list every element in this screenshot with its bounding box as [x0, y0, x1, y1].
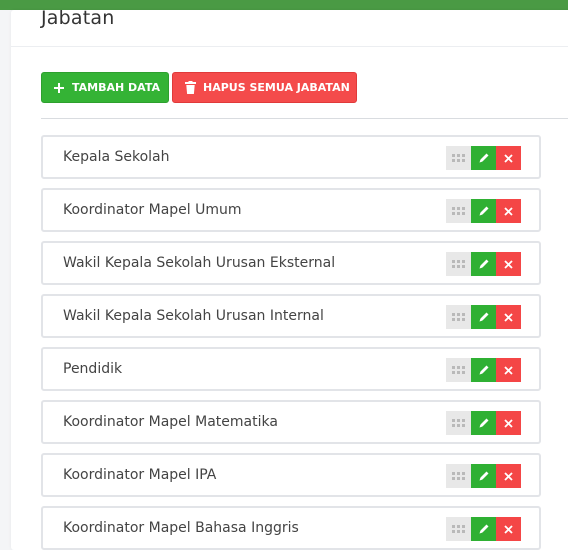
drag-handle-icon[interactable] — [446, 411, 471, 435]
delete-all-button[interactable]: HAPUS SEMUA JABATAN — [172, 72, 357, 103]
list-item-label: Koordinator Mapel Matematika — [63, 414, 278, 430]
close-icon — [504, 418, 513, 428]
page-title: Jabatan — [41, 7, 115, 29]
delete-all-label: HAPUS SEMUA JABATAN — [203, 81, 350, 94]
edit-button[interactable] — [471, 199, 496, 223]
row-actions — [446, 146, 521, 170]
list-item-label: Kepala Sekolah — [63, 149, 170, 165]
delete-button[interactable] — [496, 252, 521, 276]
drag-handle-icon[interactable] — [446, 464, 471, 488]
drag-handle-icon[interactable] — [446, 252, 471, 276]
add-data-label: TAMBAH DATA — [72, 81, 160, 94]
pencil-icon — [479, 471, 488, 481]
pencil-icon — [479, 153, 488, 163]
list-item[interactable]: Koordinator Mapel Matematika — [41, 400, 541, 444]
delete-button[interactable] — [496, 305, 521, 329]
toolbar-divider — [41, 118, 568, 119]
pencil-icon — [479, 259, 488, 269]
pencil-icon — [479, 524, 488, 534]
close-icon — [504, 365, 513, 375]
close-icon — [504, 206, 513, 216]
pencil-icon — [479, 365, 488, 375]
edit-button[interactable] — [471, 305, 496, 329]
row-actions — [446, 517, 521, 541]
row-actions — [446, 252, 521, 276]
close-icon — [504, 524, 513, 534]
drag-handle-icon[interactable] — [446, 517, 471, 541]
list-item[interactable]: Pendidik — [41, 347, 541, 391]
close-icon — [504, 471, 513, 481]
list-item-label: Koordinator Mapel Bahasa Inggris — [63, 520, 299, 536]
list-item-label: Wakil Kepala Sekolah Urusan Eksternal — [63, 255, 336, 271]
row-actions — [446, 305, 521, 329]
close-icon — [504, 153, 513, 163]
delete-button[interactable] — [496, 517, 521, 541]
edit-button[interactable] — [471, 464, 496, 488]
row-actions — [446, 411, 521, 435]
edit-button[interactable] — [471, 252, 496, 276]
list-item-label: Wakil Kepala Sekolah Urusan Internal — [63, 308, 324, 324]
row-actions — [446, 358, 521, 382]
list-item[interactable]: Kepala Sekolah — [41, 135, 541, 179]
list-item-label: Koordinator Mapel Umum — [63, 202, 242, 218]
delete-button[interactable] — [496, 411, 521, 435]
title-divider — [11, 46, 568, 47]
delete-button[interactable] — [496, 464, 521, 488]
plus-icon — [52, 81, 66, 95]
drag-handle-icon[interactable] — [446, 358, 471, 382]
close-icon — [504, 259, 513, 269]
drag-handle-icon[interactable] — [446, 146, 471, 170]
row-actions — [446, 199, 521, 223]
list-item[interactable]: Koordinator Mapel IPA — [41, 453, 541, 497]
list-item-label: Pendidik — [63, 361, 123, 377]
delete-button[interactable] — [496, 358, 521, 382]
edit-button[interactable] — [471, 411, 496, 435]
delete-button[interactable] — [496, 146, 521, 170]
delete-button[interactable] — [496, 199, 521, 223]
list-item[interactable]: Koordinator Mapel Umum — [41, 188, 541, 232]
pencil-icon — [479, 418, 488, 428]
list-item[interactable]: Koordinator Mapel Bahasa Inggris — [41, 506, 541, 550]
edit-button[interactable] — [471, 517, 496, 541]
list-item[interactable]: Wakil Kepala Sekolah Urusan Internal — [41, 294, 541, 338]
list-item-label: Koordinator Mapel IPA — [63, 467, 217, 483]
edit-button[interactable] — [471, 358, 496, 382]
edit-button[interactable] — [471, 146, 496, 170]
add-data-button[interactable]: TAMBAH DATA — [41, 72, 169, 103]
drag-handle-icon[interactable] — [446, 305, 471, 329]
pencil-icon — [479, 312, 488, 322]
close-icon — [504, 312, 513, 322]
drag-handle-icon[interactable] — [446, 199, 471, 223]
list-item[interactable]: Wakil Kepala Sekolah Urusan Eksternal — [41, 241, 541, 285]
trash-icon — [183, 81, 197, 95]
pencil-icon — [479, 206, 488, 216]
row-actions — [446, 464, 521, 488]
